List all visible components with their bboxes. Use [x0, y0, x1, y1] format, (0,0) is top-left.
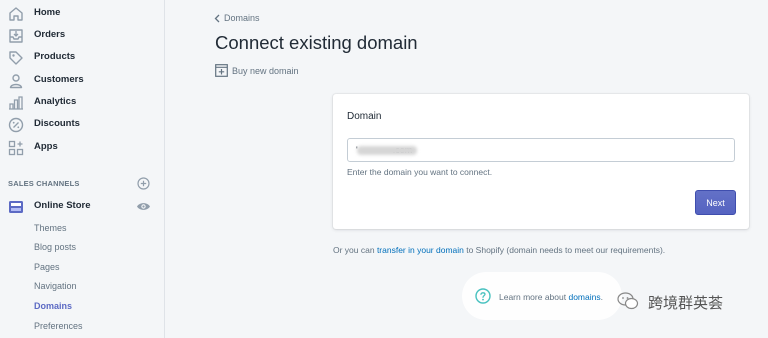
discount-icon: [8, 117, 24, 133]
learn-suffix: .: [600, 292, 603, 302]
domain-card: Domain Enter the domain you want to conn…: [333, 94, 749, 229]
sidebar-subitem-preferences[interactable]: Preferences: [34, 321, 83, 331]
transfer-note: Or you can transfer in your domain to Sh…: [333, 245, 665, 255]
sidebar-item-label: Online Store: [34, 200, 91, 211]
sidebar-item-label: Customers: [34, 74, 84, 85]
transfer-suffix: to Shopify (domain needs to meet our req…: [463, 245, 666, 255]
buy-new-domain-link[interactable]: Buy new domain: [215, 64, 299, 77]
sales-channels-heading: SALES CHANNELS: [8, 179, 80, 188]
home-icon: [9, 7, 23, 21]
learn-prefix: Learn more about: [499, 292, 569, 302]
sidebar-subitem-domains[interactable]: Domains: [34, 301, 72, 311]
apps-icon: [8, 140, 24, 156]
sidebar-item-customers[interactable]: Customers: [0, 70, 164, 92]
tag-icon: [9, 51, 23, 65]
sidebar-item-apps[interactable]: Apps: [0, 137, 164, 159]
transfer-prefix: Or you can: [333, 245, 377, 255]
domains-help-link[interactable]: domains: [568, 292, 600, 302]
sidebar-subitem-blog-posts[interactable]: Blog posts: [34, 242, 76, 252]
domain-help-text: Enter the domain you want to connect.: [347, 167, 493, 177]
next-button[interactable]: Next: [695, 190, 736, 215]
store-icon: [9, 201, 23, 213]
orders-icon: [9, 29, 23, 43]
person-icon: [9, 74, 23, 89]
sidebar-subitem-navigation[interactable]: Navigation: [34, 281, 77, 291]
sidebar-item-orders[interactable]: Orders: [0, 25, 164, 47]
page-title: Connect existing domain: [215, 32, 418, 53]
card-title: Domain: [347, 111, 382, 122]
eye-icon[interactable]: [136, 200, 151, 213]
back-link-label: Domains: [224, 13, 260, 23]
bar-chart-icon: [9, 96, 23, 110]
sidebar-item-label: Products: [34, 51, 76, 62]
sidebar-item-label: Orders: [34, 29, 66, 40]
sidebar-item-products[interactable]: Products: [0, 47, 164, 69]
chevron-left-icon: [214, 14, 220, 22]
learn-more-text: Learn more about domains.: [499, 292, 603, 302]
redacted-text: [357, 146, 417, 155]
chat-bubble-icon: [617, 292, 639, 310]
sidebar-item-discounts[interactable]: Discounts: [0, 114, 164, 136]
sidebar-subitem-themes[interactable]: Themes: [34, 223, 67, 233]
buy-new-domain-label: Buy new domain: [232, 65, 299, 76]
sidebar-item-label: Apps: [34, 141, 58, 152]
sidebar-item-label: Analytics: [34, 96, 77, 107]
question-circle-icon: [475, 288, 491, 304]
sidebar-item-label: Home: [34, 7, 61, 18]
add-box-icon: [215, 64, 228, 77]
transfer-domain-link[interactable]: transfer in your domain: [377, 245, 464, 255]
sidebar: Home Orders Products Customers Analytics…: [0, 0, 165, 338]
add-circle-icon[interactable]: [137, 177, 150, 190]
back-link[interactable]: Domains: [214, 13, 260, 23]
sidebar-item-home[interactable]: Home: [0, 3, 164, 25]
sidebar-subitem-pages[interactable]: Pages: [34, 262, 60, 272]
sidebar-item-label: Discounts: [34, 118, 80, 129]
watermark-text: 跨境群英荟: [648, 294, 724, 312]
sidebar-item-analytics[interactable]: Analytics: [0, 92, 164, 114]
